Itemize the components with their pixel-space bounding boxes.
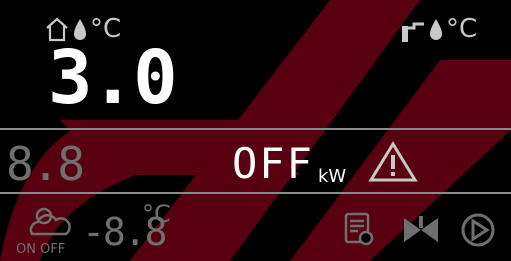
faucet-icon bbox=[400, 16, 428, 42]
indoor-temperature-value: 3.0 bbox=[48, 35, 178, 121]
warning-triangle-icon bbox=[368, 140, 418, 184]
status-value: OFF bbox=[232, 139, 314, 188]
weather-sun-cloud-icon bbox=[24, 200, 74, 242]
power-unit-label: kW bbox=[318, 166, 347, 187]
schedule-clipboard-icon bbox=[344, 212, 374, 246]
middle-left-value: 8.8 bbox=[6, 137, 85, 191]
off-label: OFF bbox=[40, 242, 66, 257]
pump-icon bbox=[460, 212, 496, 248]
controller-lcd-display: °C °C 3.0 8.8 OFF kW ON OFF -8.8 °C bbox=[0, 0, 511, 261]
water-drop-icon bbox=[428, 16, 444, 42]
valve-icon bbox=[402, 214, 440, 246]
outdoor-unit-label: °C bbox=[142, 200, 171, 228]
divider-top bbox=[0, 128, 511, 130]
divider-bottom bbox=[0, 192, 511, 194]
tap-unit-label: °C bbox=[446, 14, 478, 44]
on-label: ON bbox=[16, 242, 36, 257]
